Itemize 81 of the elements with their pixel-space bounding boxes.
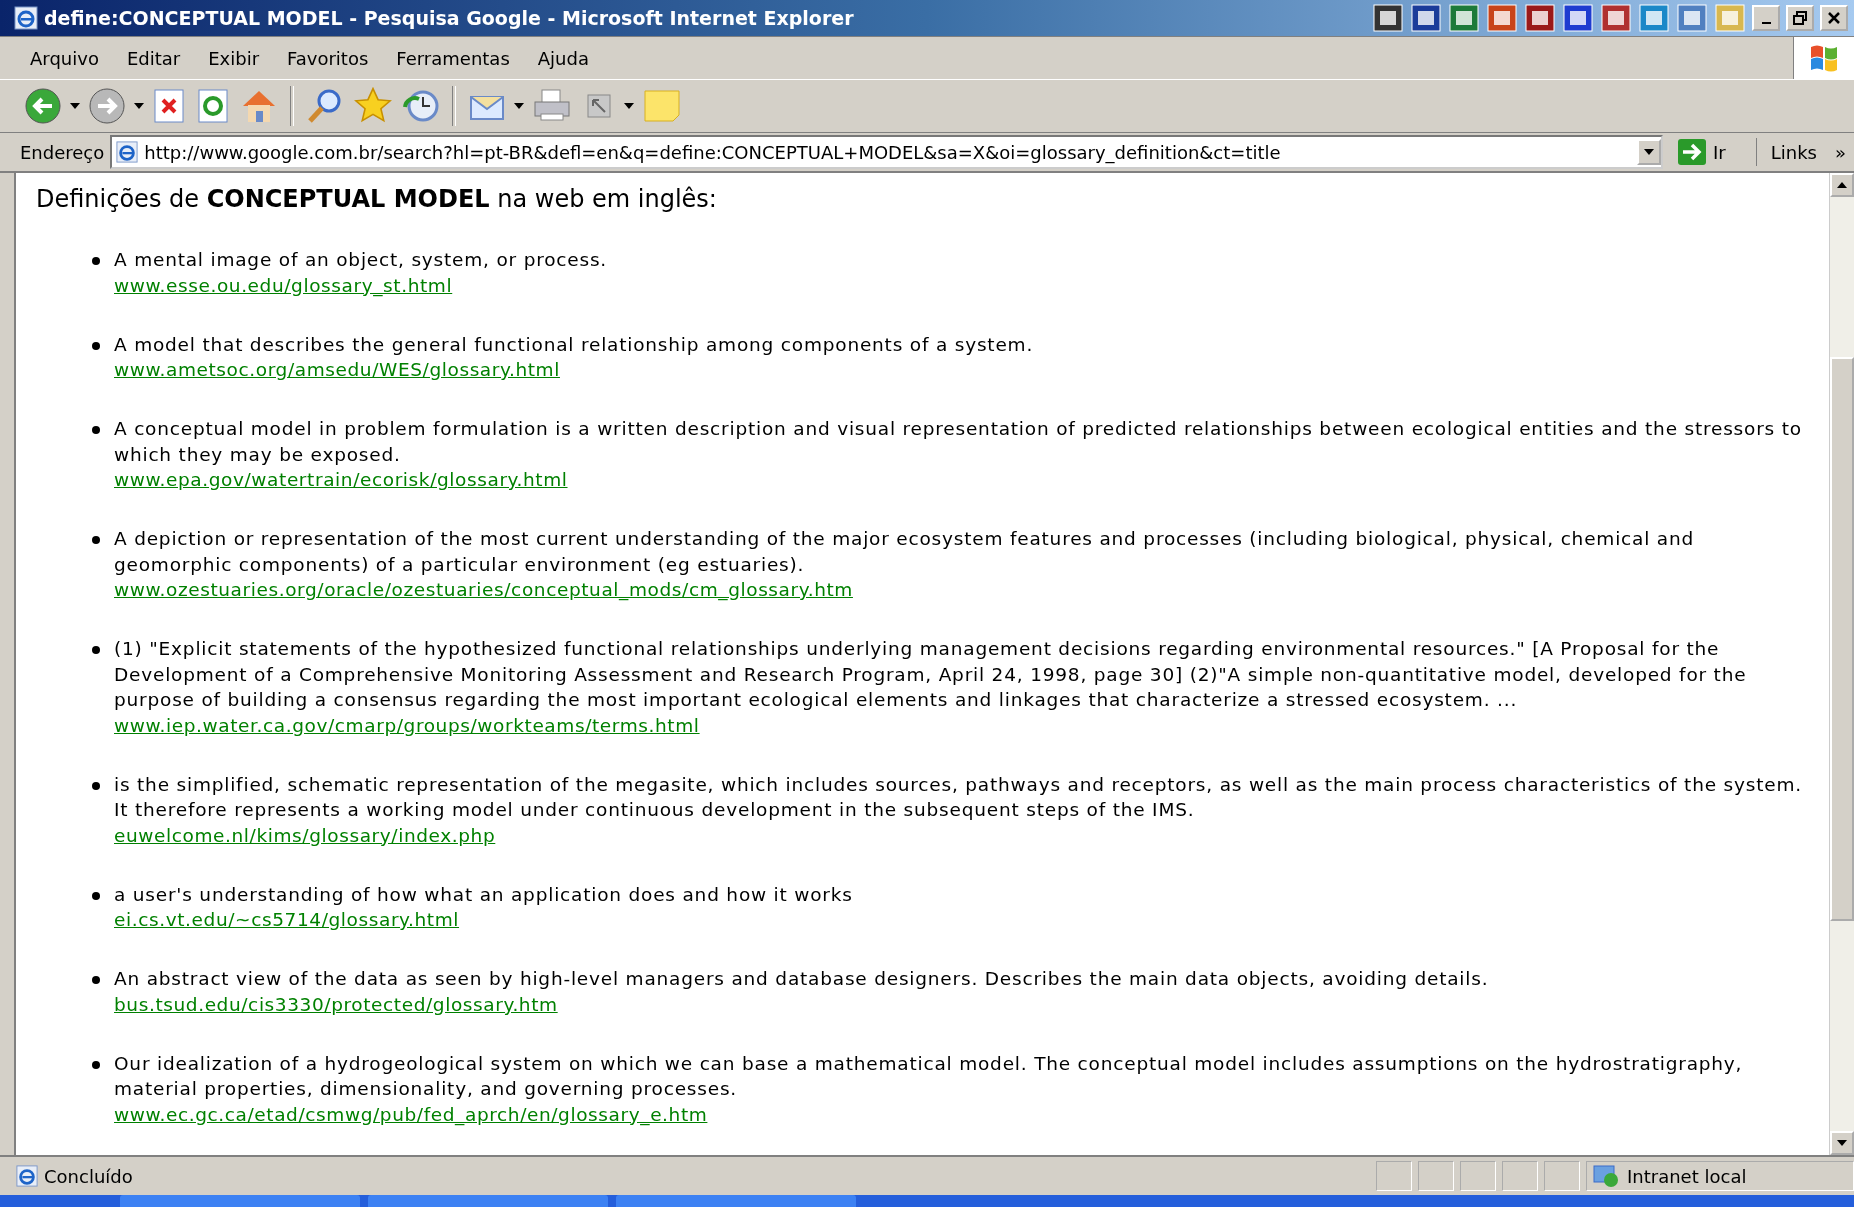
status-text: Concluído: [44, 1165, 134, 1187]
bullet-icon: [92, 341, 100, 350]
minimize-icon: [1761, 22, 1771, 24]
restore-button[interactable]: [1786, 5, 1814, 31]
app-icon[interactable]: [1524, 3, 1556, 33]
caret-icon: [134, 103, 144, 109]
window-title: define:CONCEPTUAL MODEL - Pesquisa Google - Microsoft Internet Explorer: [44, 7, 855, 29]
bullet-icon: [92, 976, 100, 984]
source-link[interactable]: www.iep.water.ca.gov/cmarp/groups/workteams/terms.html: [114, 712, 700, 738]
app-icon[interactable]: [1562, 3, 1594, 33]
definition-text: A conceptual model in problem formulation is a written description and visual representation of predicted relationships between ecological entities and the stressors to which they may be exposed.: [114, 417, 1803, 467]
definition-text: A mental image of an object, system, or process.: [114, 248, 608, 272]
zone-label: Intranet local: [1627, 1165, 1747, 1187]
page-heading: Definições de CONCEPTUAL MODEL na web em inglês:: [36, 185, 718, 213]
note-icon: [642, 88, 682, 124]
app-icon[interactable]: [1600, 3, 1632, 33]
page-icon: [16, 1165, 38, 1187]
status-pane: [1418, 1161, 1454, 1191]
source-link[interactable]: www.ametsoc.org/amsedu/WES/glossary.html: [114, 357, 560, 382]
caret-icon: [514, 103, 524, 109]
source-link[interactable]: euwelcome.nl/kims/glossary/index.php: [114, 822, 496, 848]
definition-text: An abstract view of the data as seen by high-level managers and database designers. Describes the main data objects, avoiding details.: [114, 967, 1489, 991]
bullet-icon: [92, 781, 100, 790]
forward-button[interactable]: [86, 85, 128, 127]
app-icon[interactable]: [1448, 3, 1480, 33]
go-button[interactable]: Ir: [1669, 138, 1757, 166]
definition-text: a user's understanding of how what an application does and how it works: [114, 882, 853, 907]
bullet-icon: [92, 426, 100, 434]
printer-icon: [532, 88, 572, 124]
up-caret-icon: [1837, 182, 1847, 188]
stop-icon: [152, 88, 186, 124]
definition-text: is the simplified, schematic representation of the megasite, which includes sources, pathways and receptors, as well as the main process characteristics of the system. It therefore represents a working model under continuous development in the subsequent steps of the IMS.: [114, 772, 1803, 822]
restore-icon: [1793, 11, 1807, 25]
scroll-up-button[interactable]: [1830, 173, 1854, 197]
caret-icon: [624, 103, 634, 109]
app-icon[interactable]: [1410, 3, 1442, 33]
source-link[interactable]: www.esse.ou.edu/glossary_st.html: [114, 272, 453, 298]
bullet-icon: [92, 1060, 100, 1069]
menu-item[interactable]: Exibir: [194, 43, 274, 73]
status-pane: [1502, 1161, 1538, 1191]
definition-text: Our idealization of a hydrogeological system on which we can base a mathematical model. The conceptual model includes assumptions on the hydrostratigraphy, material properties, dimensionality, and governing processes.: [114, 1051, 1744, 1101]
definition-text: (1) "Explicit statements of the hypothesized functional relationships underlying management decisions regarding environmental resources." [A Proposal for the Development of a Comprehensive Monitoring Assessment and Research Program, April 24, 1998, page 30] (2)"A simple non-quantitative model, developed for the purpose of building a consensus regarding the most important ecological elements and linkages that characterize a stressed ecosystem. ...: [114, 637, 1748, 712]
menu-item[interactable]: Editar: [112, 43, 195, 73]
bullet-icon: [92, 646, 100, 654]
source-link[interactable]: www.epa.gov/watertrain/ecorisk/glossary.html: [114, 467, 568, 492]
page-icon: [116, 141, 139, 163]
bullet-icon: [92, 891, 100, 900]
dropdown-button[interactable]: [1637, 139, 1661, 165]
bullet-icon: [92, 257, 100, 265]
menu-item[interactable]: Arquivo: [16, 43, 113, 73]
address-field[interactable]: http://www.google.com.br/search?hl=pt-BR&defl=en&q=define:CONCEPTUAL+MODEL&sa=X&oi=glossary_definition&ct=title: [110, 135, 1663, 169]
status-pane: [1376, 1161, 1412, 1191]
star-icon: [354, 87, 392, 125]
caret-icon: [70, 103, 80, 109]
status-pane: [1460, 1161, 1496, 1191]
refresh-icon: [196, 88, 230, 124]
scrollbar[interactable]: [1829, 173, 1854, 1155]
caret-icon: [1644, 149, 1654, 155]
address-label: Endereço: [20, 141, 105, 163]
close-button[interactable]: [1820, 5, 1848, 31]
close-icon: [1827, 11, 1841, 25]
flag-logo-icon: [1809, 43, 1839, 73]
scroll-down-button[interactable]: [1830, 1131, 1854, 1155]
links-button[interactable]: Links »: [1762, 141, 1854, 163]
scroll-thumb[interactable]: [1830, 357, 1854, 921]
source-link[interactable]: bus.tsud.edu/cis3330/protected/glossary.htm: [114, 991, 558, 1017]
definition-text: A depiction or representation of the most current understanding of the major ecosystem features and processes (including biological, physical, chemical and geomorphic components) of a particular environment (eg estuaries).: [114, 527, 1695, 577]
source-link[interactable]: ei.cs.vt.edu/~cs5714/glossary.html: [114, 907, 460, 932]
app-icon[interactable]: [1372, 3, 1404, 33]
menu-item[interactable]: Ferramentas: [382, 43, 524, 73]
menu-item[interactable]: Ajuda: [523, 43, 603, 73]
source-link[interactable]: www.ozestuaries.org/oracle/ozestuaries/conceptual_mods/cm_glossary.htm: [114, 577, 853, 602]
status-pane: [1544, 1161, 1580, 1191]
bullet-icon: [92, 536, 100, 544]
definition-text: A model that describes the general functional relationship among components of a system.: [114, 332, 1034, 357]
source-link[interactable]: www.ec.gc.ca/etad/csmwg/pub/fed_aprch/en/glossary_e.htm: [114, 1101, 708, 1127]
caret-icon: [1837, 1140, 1847, 1146]
menu-item[interactable]: Favoritos: [273, 43, 383, 73]
back-button[interactable]: [22, 85, 64, 127]
globe-icon: [1593, 1164, 1619, 1188]
minimize-button[interactable]: [1752, 5, 1780, 31]
